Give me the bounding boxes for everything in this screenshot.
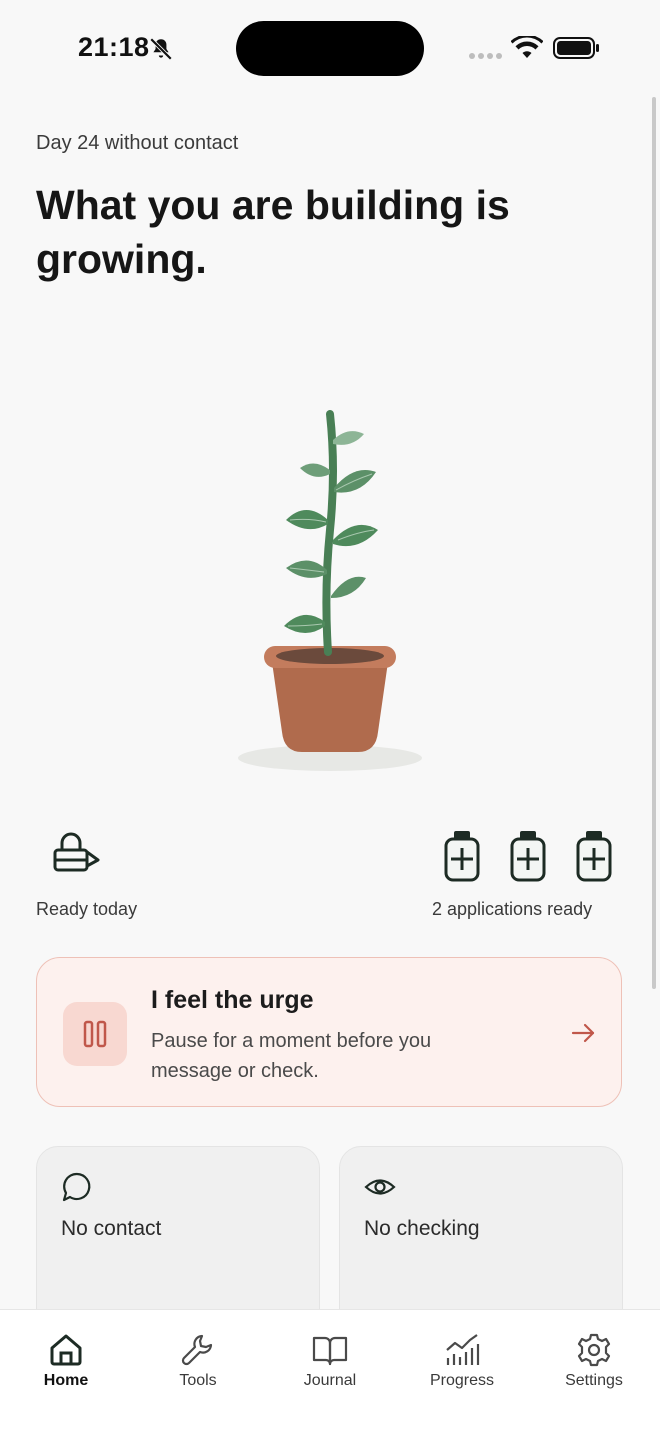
tab-progress[interactable]: Progress — [396, 1310, 528, 1410]
chat-bubble-icon — [62, 1172, 91, 1202]
bottle-plus-icon — [444, 831, 480, 882]
bottle-plus-icon — [510, 831, 546, 882]
plant-illustration — [238, 410, 422, 771]
tab-settings[interactable]: Settings — [528, 1310, 660, 1410]
book-icon — [312, 1336, 348, 1366]
ready-today-label: Ready today — [36, 899, 138, 919]
tab-label: Journal — [303, 1372, 357, 1389]
lock-icon — [53, 832, 100, 872]
chart-icon — [446, 1334, 480, 1365]
tab-label: Progress — [429, 1372, 495, 1389]
dynamic-island — [236, 21, 424, 76]
tab-label: Tools — [179, 1372, 217, 1389]
battery-icon — [553, 37, 599, 59]
pause-icon-box — [63, 1002, 127, 1066]
urge-card[interactable]: I feel the urge Pause for a moment befor… — [36, 957, 622, 1107]
wifi-icon — [511, 36, 543, 58]
arrow-right-icon — [571, 1023, 595, 1043]
tab-tools[interactable]: Tools — [132, 1310, 264, 1410]
applications-ready-label: 2 applications ready — [432, 899, 593, 919]
bottle-plus-icon — [576, 831, 612, 882]
home-icon — [50, 1334, 82, 1366]
status-time: 21:18 — [78, 32, 150, 62]
urge-subtitle: Pause for a moment before you message or… — [151, 1030, 432, 1082]
pause-icon — [83, 1020, 107, 1048]
tab-home[interactable]: Home — [0, 1310, 132, 1410]
eye-icon — [364, 1179, 396, 1195]
tab-bar: Home Tools Journal Progress Settings — [0, 1309, 660, 1435]
bell-slash-icon — [149, 37, 173, 61]
page-title: What you are building is growing. — [36, 182, 510, 282]
tile-label: No checking — [364, 1217, 480, 1240]
gear-icon — [577, 1333, 611, 1367]
urge-title: I feel the urge — [151, 986, 314, 1014]
tile-label: No contact — [61, 1217, 162, 1240]
scrollbar[interactable] — [652, 97, 656, 989]
day-counter: Day 24 without contact — [36, 132, 239, 154]
wrench-icon — [181, 1334, 213, 1366]
tab-journal[interactable]: Journal — [264, 1310, 396, 1410]
tab-label: Settings — [565, 1372, 623, 1389]
signal-dots-icon — [469, 53, 502, 59]
tab-label: Home — [43, 1372, 89, 1389]
